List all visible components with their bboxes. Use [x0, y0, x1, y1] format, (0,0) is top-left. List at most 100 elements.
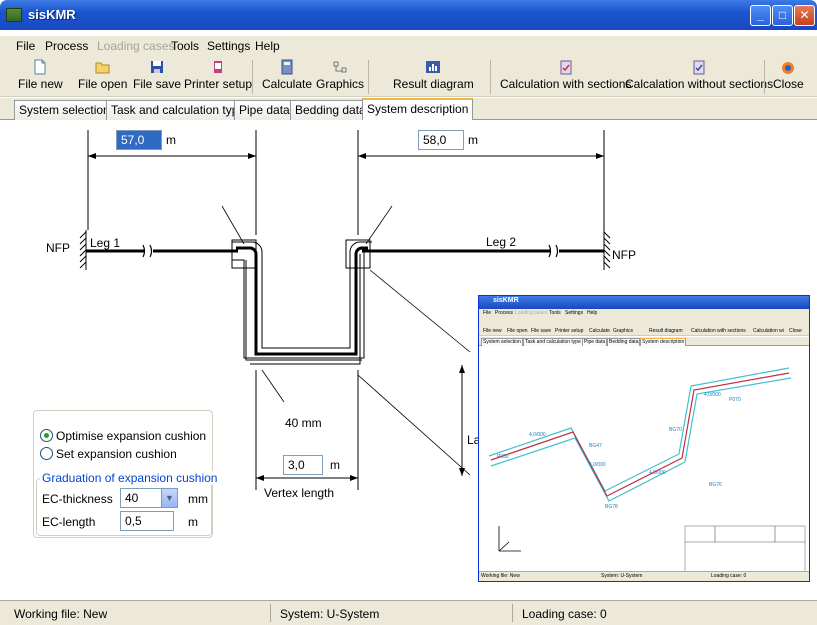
graphics-preview-window: sisKMR File Process Loading cases Tools …: [478, 295, 810, 582]
calc-with-sections-button[interactable]: Calculation with sections: [500, 59, 631, 91]
preview-tab: Task and calculation type: [523, 338, 583, 346]
menu-loading-cases[interactable]: Loading cases: [97, 39, 174, 53]
preview-tool: Calculation wi: [753, 328, 784, 334]
leg2-unit: m: [468, 133, 478, 147]
preview-pipe-drawing: P950 BG47 BG76 BG70 P070 BG78 4,0/000 4,…: [488, 367, 806, 573]
printer-icon: [214, 61, 223, 73]
calc-with-sections-label: Calculation with sections: [500, 77, 632, 91]
preview-label: BG47: [589, 443, 602, 449]
preview-tool: Graphics: [613, 328, 634, 334]
calc-without-sections-button[interactable]: Calcalation without sections: [625, 59, 773, 91]
calc-without-sections-label: Calcalation without sections: [625, 77, 774, 91]
calculator-icon: [281, 59, 293, 75]
preview-label: P950: [497, 454, 509, 460]
vertex-length-label: Vertex length: [264, 486, 335, 500]
result-diagram-label: Result diagram: [393, 77, 474, 91]
status-divider: [270, 604, 271, 622]
chevron-down-icon[interactable]: ▼: [161, 489, 177, 507]
ec-thickness-label: EC-thickness: [42, 492, 113, 506]
file-save-button[interactable]: File save: [133, 59, 181, 91]
vertex-length-unit: m: [330, 458, 340, 472]
ec-length-input[interactable]: 0,5: [120, 511, 174, 531]
minimize-button[interactable]: _: [750, 5, 771, 26]
preview-menu-item: Process: [495, 310, 514, 316]
preview-status-text: Loading case: 0: [711, 573, 747, 579]
tab-task-calculation[interactable]: Task and calculation type: [106, 100, 251, 120]
tab-system-description[interactable]: System description: [362, 98, 474, 120]
status-working-file: Working file: New: [14, 607, 108, 621]
clipboard-icon: [560, 60, 572, 75]
status-system: System: U-System: [280, 607, 380, 621]
file-open-button[interactable]: File open: [78, 59, 127, 91]
preview-status-text: System: U-System: [601, 573, 643, 579]
tab-bedding-data[interactable]: Bedding data: [290, 100, 371, 120]
ec-length-unit: m: [188, 515, 198, 529]
toolbar: File new File open File save Printer set…: [0, 56, 817, 97]
optimise-radio[interactable]: [40, 429, 53, 442]
app-icon: [6, 8, 22, 22]
leg1-label: Leg 1: [90, 236, 121, 250]
menu-process[interactable]: Process: [45, 39, 88, 53]
preview-tab: System description: [640, 338, 687, 346]
nfp-left-label: NFP: [46, 241, 70, 255]
preview-tool: Calculate: [589, 328, 610, 334]
preview-label: BG76: [709, 482, 722, 488]
close-window-button[interactable]: ✕: [794, 5, 815, 26]
preview-tool: File new: [483, 328, 502, 334]
status-loading-case: Loading case: 0: [522, 607, 607, 621]
preview-tool: Result diagram: [649, 328, 683, 334]
preview-label: 4,0/000: [704, 392, 721, 398]
preview-label: 4,0/000: [649, 470, 666, 476]
preview-tool: Printer setup: [555, 328, 584, 334]
leg2-length-input[interactable]: 58,0: [418, 130, 464, 150]
close-label: Close: [773, 77, 804, 91]
close-button[interactable]: Close: [773, 59, 804, 91]
printer-setup-button[interactable]: Printer setup: [184, 59, 252, 91]
menu-tools[interactable]: Tools: [171, 39, 199, 53]
preview-title: sisKMR: [493, 297, 519, 304]
menu-settings[interactable]: Settings: [207, 39, 250, 53]
preview-tool: File save: [531, 328, 552, 334]
preview-menu-item: Loading cases: [515, 310, 548, 316]
ec-thickness-select[interactable]: 40 ▼: [120, 488, 178, 508]
result-diagram-button[interactable]: Result diagram: [393, 59, 474, 91]
calculate-label: Calculate: [262, 77, 313, 91]
preview-status-text: Working file: New: [481, 573, 520, 579]
preview-tool: Close: [789, 328, 802, 334]
preview-label: BG78: [605, 504, 618, 510]
calculate-button[interactable]: Calculate: [262, 59, 312, 91]
graphics-button[interactable]: Graphics: [316, 59, 364, 91]
tab-pipe-data[interactable]: Pipe data: [234, 100, 295, 120]
file-save-label: File save: [133, 77, 182, 91]
preview-label: P070: [729, 397, 741, 403]
menu-file[interactable]: File: [16, 39, 35, 53]
preview-tabs: System selection Task and calculation ty…: [479, 337, 809, 346]
maximize-button[interactable]: □: [772, 5, 793, 26]
ec-length-label: EC-length: [42, 515, 96, 529]
new-file-icon: [34, 59, 46, 75]
leg1-length-input[interactable]: 57,0: [116, 130, 162, 150]
ec-thickness-value: 40: [125, 491, 139, 505]
tab-system-selection[interactable]: System selection: [14, 100, 115, 120]
floppy-disk-icon: [151, 61, 164, 73]
ec-thickness-unit: mm: [188, 492, 208, 506]
nfp-right-label: NFP: [612, 248, 636, 262]
toolbar-separator: [368, 60, 369, 94]
status-divider: [512, 604, 513, 622]
preview-status: Working file: New System: U-System Loadi…: [479, 571, 809, 581]
preview-menu-item: Help: [587, 310, 598, 316]
close-door-icon: [782, 62, 795, 74]
menu-help[interactable]: Help: [255, 39, 280, 53]
vertex-length-input[interactable]: 3,0: [283, 455, 323, 475]
leg1-unit: m: [166, 133, 176, 147]
preview-tool: Calculation with sections: [691, 328, 746, 334]
preview-menu-item: Settings: [565, 310, 584, 316]
file-open-label: File open: [78, 77, 128, 91]
toolbar-separator: [490, 60, 491, 94]
printer-setup-label: Printer setup: [184, 77, 253, 91]
leg2-label: Leg 2: [486, 235, 517, 249]
set-cushion-label: Set expansion cushion: [56, 447, 177, 461]
file-new-button[interactable]: File new: [18, 59, 63, 91]
toolbar-separator: [252, 60, 253, 94]
set-cushion-radio[interactable]: [40, 447, 53, 460]
